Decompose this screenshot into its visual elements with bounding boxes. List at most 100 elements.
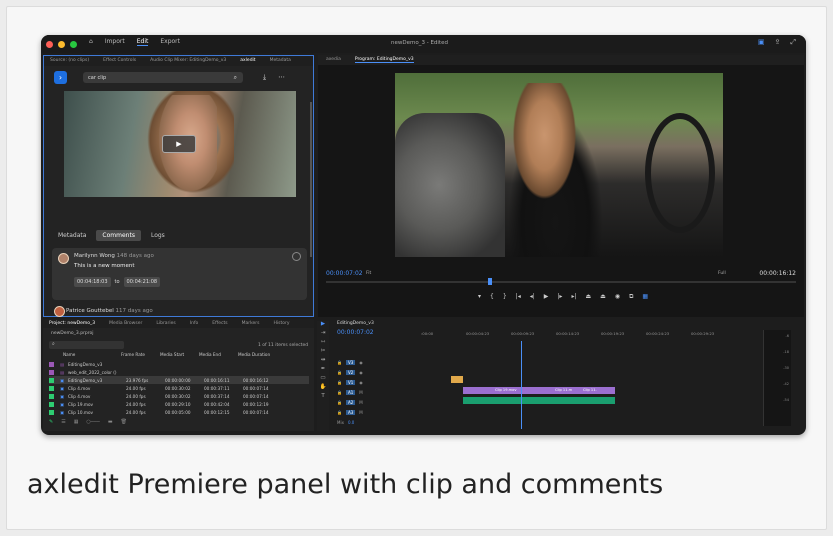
lock-icon[interactable]: 🔒	[337, 400, 342, 405]
eye-icon[interactable]: ◉	[359, 380, 363, 385]
table-row[interactable]: ▤ EditingDemo_v3	[49, 360, 309, 368]
timeline-clip[interactable]: Clip 19.mov	[493, 387, 553, 394]
search-input[interactable]: car clip ⌕	[83, 71, 243, 83]
tab-program[interactable]: Program: EditingDemo_v3	[354, 57, 414, 63]
camera-icon[interactable]: ◉	[615, 293, 620, 301]
timeline-clip[interactable]	[463, 387, 493, 394]
track-select-icon[interactable]: ⇥	[317, 330, 329, 339]
trash-icon[interactable]: 🗑	[121, 419, 127, 425]
resolve-checkbox[interactable]	[292, 252, 301, 261]
scrollbar[interactable]	[310, 102, 312, 257]
tab-effects[interactable]: Effects	[212, 321, 227, 326]
settings-icon[interactable]: ▦	[642, 293, 648, 301]
more-icon[interactable]: ⋯	[278, 73, 285, 82]
tab-audio-clip-mixer[interactable]: Audio Clip Mixer: EditingDemo_v3	[150, 58, 226, 64]
download-icon[interactable]: ⤓	[263, 73, 266, 82]
pen-icon[interactable]: ✎	[49, 419, 53, 425]
program-timecode[interactable]: 00:00:07:02	[326, 270, 363, 277]
menu-export[interactable]: Export	[160, 38, 180, 46]
table-row[interactable]: ▣ Clip 10.mov 24.00 fps 00:00:05:00 00:00:12…	[49, 408, 309, 416]
play-button-icon[interactable]: ▶	[544, 293, 549, 301]
maximize-window-button[interactable]	[70, 40, 77, 48]
col-media-end[interactable]: Media End	[199, 352, 238, 357]
type-tool-icon[interactable]: T	[317, 393, 329, 402]
home-icon[interactable]: ⌂	[89, 38, 93, 46]
razor-icon[interactable]: ✂	[317, 348, 329, 357]
tab-source[interactable]: Source: (no clips)	[50, 58, 89, 64]
tab-project[interactable]: Project: newDemo_3	[49, 321, 95, 326]
selection-tool-icon[interactable]: ▶	[317, 321, 329, 330]
track-a1-label[interactable]: A1	[345, 390, 356, 395]
tab-axledit[interactable]: axledit	[240, 58, 255, 64]
tab-libraries[interactable]: Libraries	[156, 321, 175, 326]
quality-select[interactable]: Full	[718, 271, 726, 276]
extract-icon[interactable]: ⏏	[600, 293, 606, 301]
track-v2-label[interactable]: V2	[345, 370, 356, 375]
col-media-start[interactable]: Media Start	[160, 352, 199, 357]
compare-icon[interactable]: ⧉	[629, 293, 633, 301]
step-forward-icon[interactable]: |▸	[557, 293, 562, 301]
tab-markers[interactable]: Markers	[242, 321, 260, 326]
search-icon[interactable]: ⌕	[234, 74, 237, 82]
audio-clip[interactable]	[463, 397, 615, 404]
table-row[interactable]: ▣ Clip 4.mov 24.00 fps 00:00:30:02 00:00:37:…	[49, 392, 309, 400]
mute-icon[interactable]: M	[359, 410, 362, 415]
lock-icon[interactable]: 🔒	[337, 360, 342, 365]
list-view-icon[interactable]: ☰	[61, 419, 65, 425]
track-v1-label[interactable]: V1	[345, 380, 356, 385]
project-search-input[interactable]: ⌕	[49, 341, 124, 349]
timeline-clip[interactable]: Clip 11.	[581, 387, 615, 394]
table-row[interactable]: ▣ Clip 4.mov 24.00 fps 00:00:30:02 00:00:37:…	[49, 384, 309, 392]
lock-icon[interactable]: 🔒	[337, 410, 342, 415]
table-row[interactable]: ▣ Clip 19.mov 24.00 fps 00:00:29:10 00:00:42…	[49, 400, 309, 408]
comment-time-start[interactable]: 00:04:18:03	[74, 277, 111, 287]
step-back-icon[interactable]: ◂|	[530, 293, 535, 301]
tab-effect-controls[interactable]: Effect Controls	[103, 58, 136, 64]
close-window-button[interactable]	[46, 40, 53, 48]
hand-tool-icon[interactable]: ✋	[317, 384, 329, 393]
timeline-playhead[interactable]	[521, 341, 522, 429]
comment-card[interactable]: Marilynn Wong 148 days ago This is a new…	[52, 248, 307, 300]
label-color-swatch[interactable]	[49, 377, 54, 383]
new-bin-icon[interactable]: ▬	[108, 419, 113, 425]
lock-icon[interactable]: 🔒	[337, 370, 342, 375]
share-icon[interactable]: ⇪	[775, 38, 781, 47]
tab-metadata-sub[interactable]: Metadata	[52, 230, 92, 241]
label-color-swatch[interactable]	[49, 385, 54, 391]
minimize-window-button[interactable]	[58, 40, 65, 48]
slip-icon[interactable]: ⇹	[317, 357, 329, 366]
go-to-in-icon[interactable]: |◂	[516, 293, 521, 301]
timeline-clip[interactable]: Clip 11.m	[553, 387, 581, 394]
label-color-swatch[interactable]	[49, 369, 54, 375]
timeline-ruler[interactable]: :00:00 00:00:04:23 00:00:09:23 00:00:14:…	[421, 331, 781, 336]
table-row[interactable]: ▤ web_edit_2022_color ()	[49, 368, 309, 376]
panel-layout-icon[interactable]: ▣	[758, 38, 765, 47]
timeline-tab[interactable]: EditingDemo_v3	[337, 321, 374, 326]
track-a3-label[interactable]: A3	[345, 410, 356, 415]
label-color-swatch[interactable]	[49, 409, 54, 415]
tab-info[interactable]: Info	[190, 321, 199, 326]
label-color-swatch[interactable]	[49, 401, 54, 407]
mark-in-icon[interactable]: {	[490, 293, 494, 301]
menu-import[interactable]: Import	[105, 38, 125, 46]
track-a2[interactable]: 🔒 A2 M	[337, 399, 419, 406]
tab-axedia[interactable]: axedia	[326, 57, 341, 63]
col-name[interactable]: Name	[63, 352, 121, 357]
pen-tool-icon[interactable]: ✒	[317, 366, 329, 375]
add-marker-icon[interactable]: ▾	[478, 293, 481, 301]
track-v2[interactable]: 🔒 V2 ◉	[337, 369, 419, 376]
adjustment-clip[interactable]	[451, 376, 463, 383]
eye-icon[interactable]: ◉	[359, 370, 363, 375]
track-v1[interactable]: 🔒 V1 ◉	[337, 379, 419, 386]
tab-media-browser[interactable]: Media Browser	[109, 321, 142, 326]
mute-icon[interactable]: M	[359, 400, 362, 405]
tab-logs[interactable]: Logs	[145, 230, 171, 241]
table-row[interactable]: ▣ EditingDemo_v3 23.976 fps 00:00:00:00 00:0…	[49, 376, 309, 384]
zoom-slider[interactable]: ○───	[86, 419, 99, 425]
label-color-swatch[interactable]	[49, 361, 54, 367]
mute-icon[interactable]: M	[359, 390, 362, 395]
program-playhead[interactable]	[488, 278, 492, 285]
program-scrubber[interactable]	[326, 281, 796, 283]
lock-icon[interactable]: 🔒	[337, 390, 342, 395]
col-media-duration[interactable]: Media Duration	[238, 352, 277, 357]
